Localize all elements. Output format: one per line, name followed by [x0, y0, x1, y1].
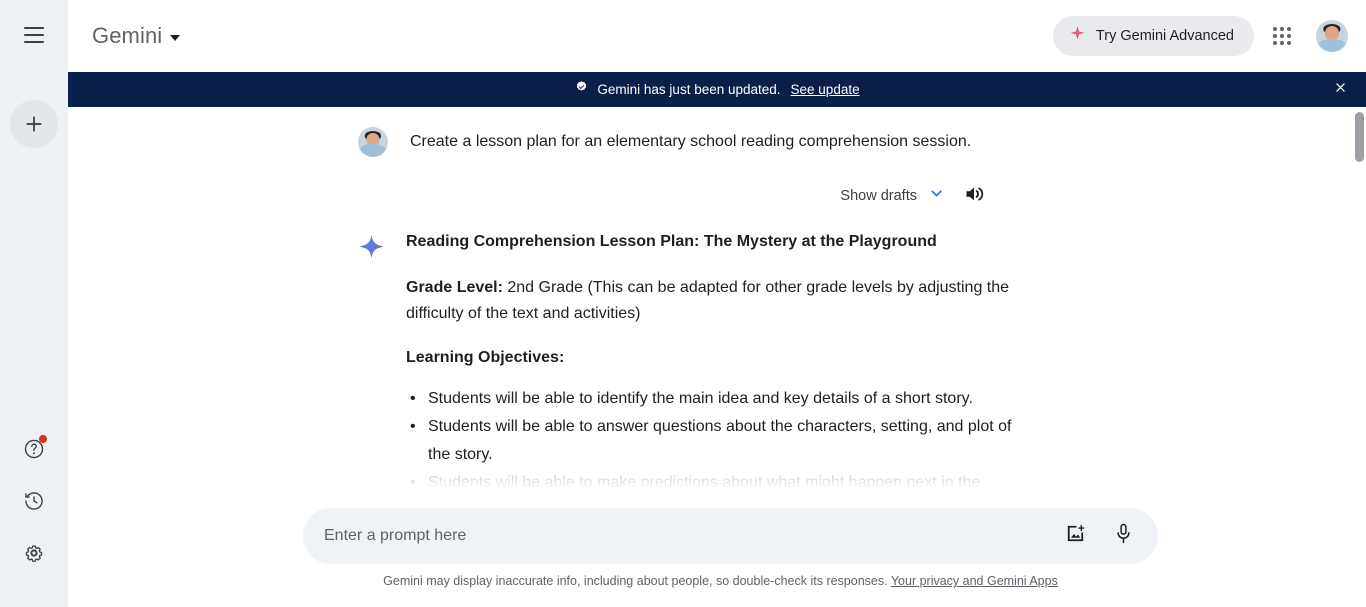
learning-objectives-list: Students will be able to identify the ma…: [406, 385, 1018, 492]
caret-down-icon: [170, 34, 181, 41]
see-update-link[interactable]: See update: [791, 82, 860, 97]
grid-dot: [1280, 34, 1284, 38]
prompt-composer[interactable]: [303, 508, 1158, 564]
avatar-body: [359, 144, 387, 157]
avatar: [358, 127, 388, 157]
disclaimer-text: Gemini may display inaccurate info, incl…: [383, 574, 888, 588]
grid-dot: [1280, 41, 1284, 45]
model-response-row: Reading Comprehension Lesson Plan: The M…: [358, 231, 1018, 492]
update-banner: Gemini has just been updated. See update: [68, 72, 1366, 107]
privacy-link[interactable]: Your privacy and Gemini Apps: [891, 574, 1058, 588]
vertical-scrollbar[interactable]: [1353, 107, 1366, 492]
close-x-icon: [1333, 80, 1348, 100]
hamburger-line: [24, 41, 44, 43]
verified-badge-check-icon: [574, 80, 589, 100]
grade-level-label: Grade Level:: [406, 279, 503, 297]
try-gemini-advanced-button[interactable]: Try Gemini Advanced: [1052, 16, 1254, 56]
topbar-actions: Try Gemini Advanced: [1052, 16, 1348, 56]
microphone-icon: [1112, 522, 1135, 550]
left-sidebar: [0, 0, 68, 607]
composer-actions: [1062, 523, 1136, 549]
grade-level-paragraph: Grade Level: 2nd Grade (This can be adap…: [406, 275, 1018, 327]
read-aloud-button[interactable]: [962, 183, 988, 209]
sidebar-item-activity-history[interactable]: [14, 481, 54, 521]
learning-objectives-heading: Learning Objectives:: [406, 349, 565, 367]
settings-gear-icon: [23, 542, 45, 564]
show-drafts-button[interactable]: Show drafts: [840, 184, 946, 208]
grid-dot: [1273, 27, 1277, 31]
sidebar-bottom-group: [10, 429, 58, 573]
history-clock-icon: [23, 490, 45, 512]
list-item: Students will be able to make prediction…: [406, 469, 1018, 492]
search-input[interactable]: [318, 527, 1052, 545]
banner-close-button[interactable]: [1326, 76, 1354, 104]
grid-dot: [1287, 34, 1291, 38]
conversation-content: Create a lesson plan for an elementary s…: [358, 107, 1018, 492]
plus-icon: [23, 113, 45, 135]
list-item: Students will be able to identify the ma…: [406, 385, 1018, 413]
grid-dot: [1287, 41, 1291, 45]
user-prompt-text: Create a lesson plan for an elementary s…: [410, 133, 972, 150]
gemini-app-window: Gemini Try Gemini Advanced Gemini has ju…: [0, 0, 1366, 607]
footer-disclaimer: Gemini may display inaccurate info, incl…: [68, 574, 1353, 588]
composer-area: Gemini may display inaccurate info, incl…: [68, 494, 1353, 607]
sidebar-item-help[interactable]: [14, 429, 54, 469]
drafts-toolbar: Show drafts: [358, 183, 1018, 209]
try-gemini-advanced-label: Try Gemini Advanced: [1095, 28, 1234, 44]
new-chat-button[interactable]: [10, 100, 58, 148]
hamburger-line: [24, 34, 44, 36]
response-body: Reading Comprehension Lesson Plan: The M…: [406, 231, 1018, 492]
google-apps-grid-icon[interactable]: [1262, 16, 1302, 56]
response-title: Reading Comprehension Lesson Plan: The M…: [406, 233, 937, 250]
add-image-button[interactable]: [1062, 523, 1088, 549]
banner-message: Gemini has just been updated.: [597, 82, 781, 97]
hamburger-menu-icon[interactable]: [12, 13, 56, 57]
user-message-row: Create a lesson plan for an elementary s…: [358, 127, 1018, 157]
sparkle-icon: [1069, 25, 1086, 47]
grid-dot: [1280, 27, 1284, 31]
conversation-scroll-area[interactable]: Create a lesson plan for an elementary s…: [68, 107, 1353, 492]
top-app-bar: Gemini Try Gemini Advanced: [68, 0, 1366, 72]
list-item: Students will be able to answer question…: [406, 413, 1018, 469]
page-title: Gemini: [92, 23, 163, 48]
chevron-down-icon: [927, 184, 946, 208]
avatar[interactable]: [1316, 20, 1348, 52]
hamburger-line: [24, 27, 44, 29]
avatar-body: [1317, 38, 1347, 52]
volume-speaker-icon: [963, 182, 987, 211]
grid-dot: [1273, 34, 1277, 38]
notification-badge-dot: [39, 435, 47, 443]
grid-dot: [1273, 41, 1277, 45]
show-drafts-label: Show drafts: [840, 188, 917, 204]
brand-model-selector[interactable]: Gemini: [92, 23, 181, 48]
microphone-button[interactable]: [1110, 523, 1136, 549]
sidebar-item-settings[interactable]: [14, 533, 54, 573]
scrollbar-thumb[interactable]: [1355, 112, 1364, 162]
banner-content: Gemini has just been updated. See update: [574, 80, 860, 100]
add-image-icon: [1064, 522, 1087, 550]
gemini-sparkle-icon: [358, 233, 385, 265]
grid-dot: [1287, 27, 1291, 31]
